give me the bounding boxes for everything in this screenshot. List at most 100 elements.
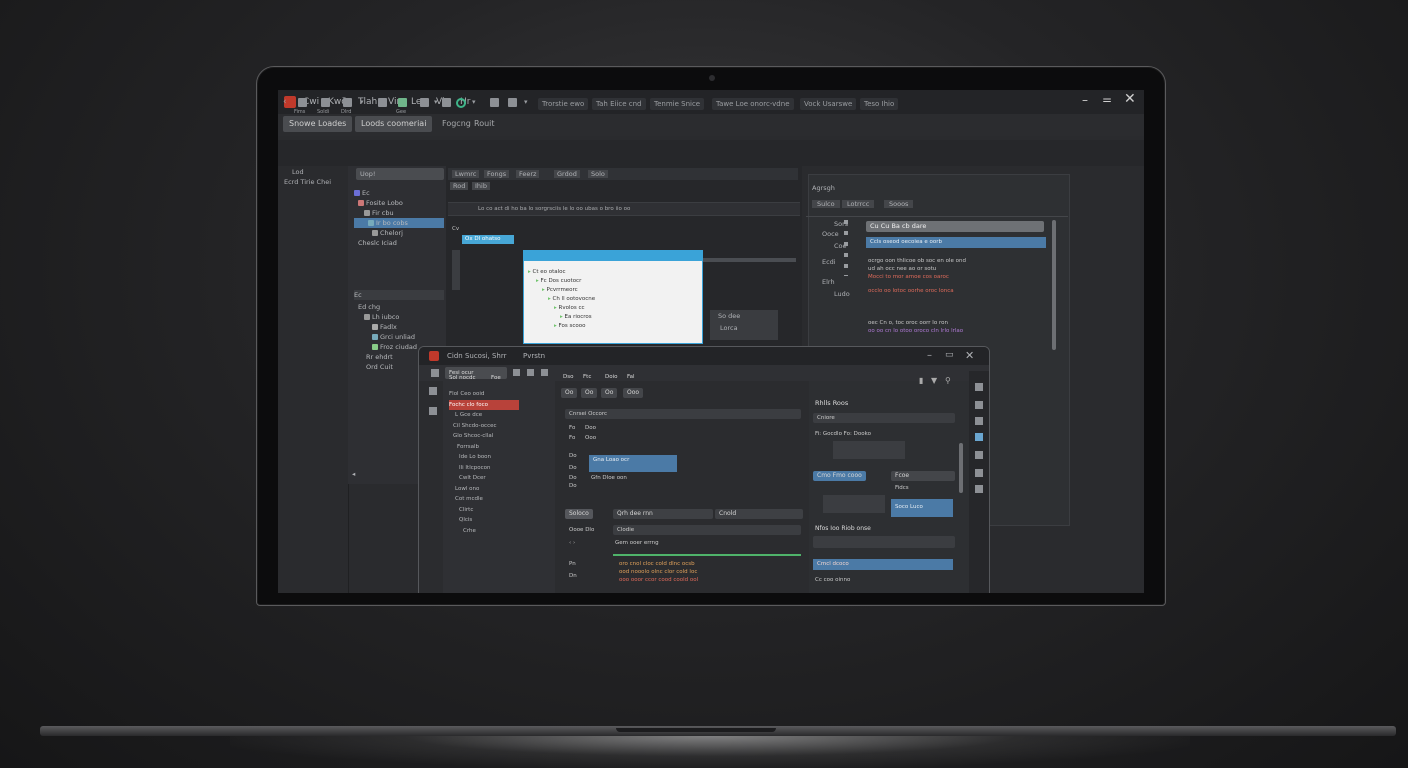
minimize-icon[interactable]: – <box>927 350 932 361</box>
maximize-icon[interactable]: ▭ <box>945 350 954 360</box>
tree-row-selected[interactable]: Ir bo cobs <box>354 218 444 228</box>
tree-row[interactable]: Rr ehdrt <box>358 352 417 362</box>
tree-row[interactable]: Glo Shcoc-cllal <box>449 431 519 442</box>
popup-row[interactable]: ▸ Fos scooo <box>528 323 595 332</box>
center-field[interactable]: Clodie <box>613 525 801 535</box>
tree-search-input[interactable]: Uop! <box>356 168 444 180</box>
tree-row[interactable]: Cot mcdle <box>449 494 519 505</box>
popup-row[interactable]: ▸ Rvolos cc <box>528 305 595 314</box>
tree-section[interactable]: Ec <box>354 290 444 300</box>
inner-tree-tab[interactable]: Sol nocdc <box>449 375 476 381</box>
tab-snowe-loades[interactable]: Snowe Loades <box>283 116 353 132</box>
grid-icon[interactable] <box>975 383 983 391</box>
toolbar-dropdown[interactable]: Teso Ihio <box>860 98 899 110</box>
tab-rouit[interactable]: Rouit <box>468 116 501 132</box>
inner-right-box[interactable] <box>833 441 905 459</box>
layer-icon[interactable] <box>975 433 983 441</box>
maximize-icon[interactable]: = <box>1102 93 1112 107</box>
chevron-down-icon[interactable]: ▾ <box>434 98 438 106</box>
tool-icon[interactable] <box>429 387 437 395</box>
center-menu-item[interactable]: Ftc <box>583 374 591 380</box>
table-icon[interactable] <box>398 98 407 107</box>
tree-row[interactable]: Crhe <box>449 526 519 537</box>
chevron-icon[interactable]: ‹ › <box>569 540 575 546</box>
tree-row[interactable]: Cwlt Dcer <box>449 473 519 484</box>
center-tab[interactable]: Qrh dee rnn <box>613 509 713 519</box>
property-selected[interactable]: Ccls oseod oecoiea e oorb <box>866 237 1046 248</box>
properties-tab[interactable]: Sooos <box>884 200 914 208</box>
menu-icon[interactable]: ▮ <box>919 376 923 385</box>
center-tab[interactable]: Cnold <box>715 509 803 519</box>
close-icon[interactable]: ✕ <box>965 349 974 362</box>
tree-row[interactable]: Fir cbu <box>354 208 444 218</box>
tool-icon[interactable] <box>429 407 437 415</box>
center-button[interactable]: Oo <box>561 388 578 398</box>
center-menu-item[interactable]: Dso <box>563 374 573 380</box>
center-button[interactable]: Ooo <box>623 388 644 398</box>
tool-icon[interactable] <box>975 485 983 493</box>
inner-tree-tab[interactable]: Foe <box>491 375 501 381</box>
toolbar-dropdown[interactable]: Tah Eiice cnd <box>592 98 646 110</box>
tree-row[interactable]: Ide Lo boon <box>449 452 519 463</box>
close-icon[interactable]: ✕ <box>1124 91 1136 107</box>
toolbar-dropdown[interactable]: Tenmie Snice <box>650 98 705 110</box>
popup-row[interactable]: ▸ Pcvrrmeorc <box>528 287 595 296</box>
tree-row[interactable]: Fosite Lobo <box>354 198 444 208</box>
center-dropdown[interactable]: Cnrsei Occorc <box>565 409 801 419</box>
tree-row[interactable]: Ili Itlcpocon <box>449 463 519 474</box>
center-tab[interactable]: Soloco <box>565 509 593 519</box>
popup-row[interactable]: ▸ Ct eo otaloc <box>528 269 595 278</box>
center-button[interactable]: Oo <box>601 388 618 398</box>
center-selected-block[interactable]: Gna Loao ocr <box>589 455 677 472</box>
tree-row[interactable]: Clirtc <box>449 505 519 516</box>
tree-row[interactable]: Cheslc Iciad <box>354 238 444 248</box>
edit-icon[interactable] <box>975 401 983 409</box>
inner-right-field[interactable]: Cniore <box>813 413 955 423</box>
tree-row[interactable]: Ed chg <box>358 302 417 312</box>
editor-tab[interactable]: Fongs <box>484 170 510 178</box>
inner-right-select[interactable]: Soco Luco <box>891 499 953 517</box>
tool-icon[interactable] <box>975 417 983 425</box>
tab-loods[interactable]: Loods coomeriai <box>355 116 433 132</box>
collapse-icon[interactable]: ◂ <box>352 470 355 478</box>
tree-row[interactable]: Fadlx <box>358 322 417 332</box>
inner-right-field-2[interactable] <box>813 536 955 548</box>
editor-tab[interactable]: Solo <box>588 170 608 178</box>
inner-right-button[interactable]: Fcoe <box>891 471 955 481</box>
popup-row[interactable]: ▸ Ch ll ootovocne <box>528 296 595 305</box>
editor-selection[interactable]: Ox Dl ohatso <box>462 235 514 244</box>
inner-right-selected[interactable]: Cmcl dcoco <box>813 559 953 570</box>
file-icon[interactable] <box>298 98 307 107</box>
properties-tab[interactable]: Sulco <box>812 200 840 208</box>
toggle-dots[interactable] <box>844 220 848 276</box>
minimize-icon[interactable]: – <box>1082 93 1088 107</box>
tree-row[interactable]: Cil Shcdo-occec <box>449 421 519 432</box>
popup-row[interactable]: ▸ Ea riocros <box>528 314 595 323</box>
tree-row[interactable]: Grci unliad <box>358 332 417 342</box>
editor-subtab[interactable]: Ihib <box>472 182 490 190</box>
cursor-icon[interactable] <box>420 98 429 107</box>
tree-row[interactable]: L Gce dce <box>449 410 519 421</box>
center-button[interactable]: Oo <box>581 388 598 398</box>
tree-row[interactable]: Flol Ceo ooid <box>449 389 519 400</box>
inner-right-block[interactable] <box>823 495 885 513</box>
popup-row[interactable]: ▸ Fc Dos cuotocr <box>528 278 595 287</box>
center-menu-item[interactable]: Doio <box>605 374 618 380</box>
copy-icon[interactable] <box>513 369 520 376</box>
tree-row[interactable]: Qlcis <box>449 515 519 526</box>
chevron-down-icon[interactable]: ▾ <box>360 98 364 106</box>
tool-icon[interactable] <box>975 469 983 477</box>
filter-icon[interactable]: ▼ <box>931 376 937 385</box>
editor-tab[interactable]: Lwmrc <box>452 170 480 178</box>
back-icon[interactable]: ‹ <box>283 97 287 107</box>
tree-row-selected[interactable]: Fochc clo foco <box>449 399 519 410</box>
scrollbar[interactable] <box>1052 220 1056 350</box>
save-icon[interactable] <box>343 98 352 107</box>
properties-tab[interactable]: Lotrrcc <box>842 200 875 208</box>
toolbar-dropdown[interactable]: Tawe Loe onorc-vdne <box>712 98 794 110</box>
grid-icon[interactable] <box>378 98 387 107</box>
toolbar-dropdown[interactable]: Trorstie ewo <box>538 98 589 110</box>
grid-icon[interactable] <box>541 369 548 376</box>
chart-icon[interactable] <box>508 98 517 107</box>
settings-icon[interactable] <box>442 98 451 107</box>
